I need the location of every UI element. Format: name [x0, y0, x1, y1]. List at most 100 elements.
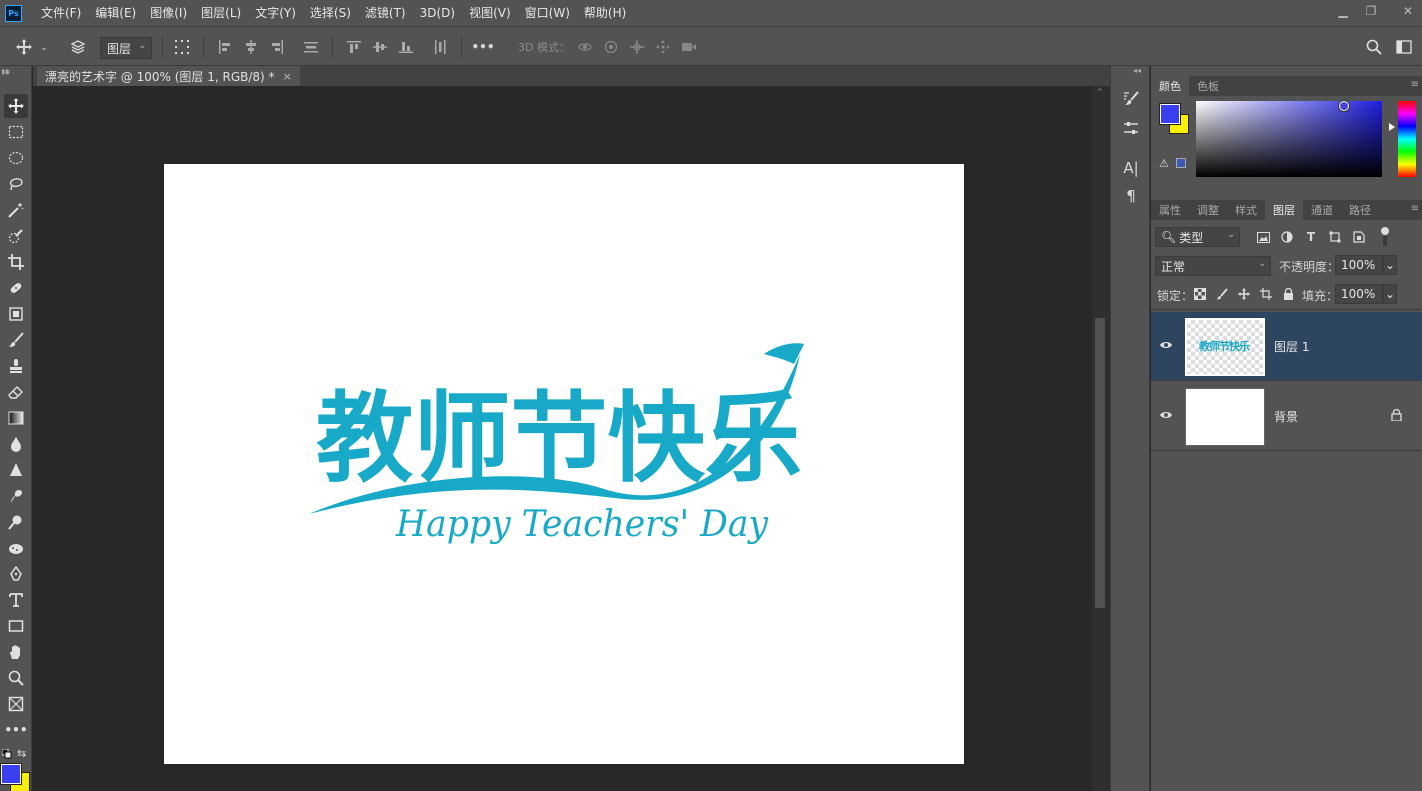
dodge-tool-icon[interactable] — [4, 510, 28, 534]
tab-adjustments[interactable]: 调整 — [1189, 200, 1227, 220]
layer-name[interactable]: 图层 1 — [1274, 338, 1309, 355]
panel-collapse-icon[interactable]: ▸▸ — [2, 68, 10, 77]
preset-chevron-icon[interactable]: ⌄ — [39, 27, 49, 67]
pen-tool-icon[interactable] — [4, 562, 28, 586]
auto-select-target-dropdown[interactable]: 图层 ⌄ — [100, 37, 152, 59]
menu-filter[interactable]: 滤镜(T) — [358, 0, 413, 26]
crop-tool-icon[interactable] — [4, 250, 28, 274]
tab-paths[interactable]: 路径 — [1341, 200, 1379, 220]
out-of-gamut-warning-icon[interactable]: ⚠ — [1159, 157, 1169, 170]
layer-thumbnail[interactable]: 教师节快乐 — [1185, 318, 1265, 376]
menu-3d[interactable]: 3D(D) — [413, 0, 462, 26]
layer-row-background[interactable]: 背景 — [1151, 382, 1422, 450]
brush-settings-icon[interactable] — [1119, 86, 1143, 110]
3d-orbit-icon[interactable] — [574, 27, 596, 67]
layer-visibility-eye-icon[interactable] — [1159, 339, 1173, 351]
sharpen-tool-icon[interactable] — [4, 458, 28, 482]
3d-scale-video-icon[interactable] — [678, 27, 700, 67]
tab-swatches[interactable]: 色板 — [1189, 76, 1227, 96]
tab-color[interactable]: 颜色 — [1151, 76, 1189, 96]
layer-thumbnail[interactable] — [1185, 388, 1265, 446]
shape-layer-filter-icon[interactable] — [1327, 229, 1343, 245]
scrollbar-thumb[interactable] — [1095, 318, 1105, 608]
blur-tool-icon[interactable] — [4, 432, 28, 456]
align-bottom-icon[interactable] — [395, 27, 417, 67]
align-top-icon[interactable] — [343, 27, 365, 67]
menu-file[interactable]: 文件(F) — [34, 0, 88, 26]
swap-colors-icon[interactable]: ⇆ — [17, 747, 29, 760]
canvas-area[interactable]: 教师节快乐 Happy Teachers' Day — [33, 86, 1092, 791]
layer-row-layer-1[interactable]: 教师节快乐 图层 1 — [1151, 312, 1422, 380]
menu-view[interactable]: 视图(V) — [462, 0, 518, 26]
color-panel-foreground-swatch[interactable] — [1160, 104, 1180, 124]
color-picker-handle[interactable] — [1339, 101, 1349, 111]
document-tab[interactable]: 漂亮的艺术字 @ 100% (图层 1, RGB/8) * × — [37, 66, 300, 86]
panel-menu-icon[interactable]: ≡ — [1411, 203, 1419, 214]
document-canvas[interactable]: 教师节快乐 Happy Teachers' Day — [164, 164, 964, 764]
tab-channels[interactable]: 通道 — [1303, 200, 1341, 220]
brush-presets-icon[interactable] — [1119, 116, 1143, 140]
menu-help[interactable]: 帮助(H) — [577, 0, 633, 26]
default-colors-icon[interactable] — [1, 748, 12, 759]
lock-all-icon[interactable] — [1280, 286, 1296, 302]
paragraph-panel-icon[interactable]: ¶ — [1119, 184, 1143, 208]
dock-collapse-icon[interactable]: ◂◂ — [1133, 66, 1141, 75]
sponge-tool-icon[interactable] — [4, 536, 28, 560]
menu-select[interactable]: 选择(S) — [303, 0, 358, 26]
healing-brush-tool-icon[interactable] — [4, 276, 28, 300]
align-horizontal-center-icon[interactable] — [240, 27, 262, 67]
layer-name[interactable]: 背景 — [1274, 408, 1298, 425]
adjustment-layer-filter-icon[interactable] — [1279, 229, 1295, 245]
vertical-scrollbar[interactable]: ⌃ — [1092, 86, 1110, 791]
3d-roll-icon[interactable] — [600, 27, 622, 67]
lasso-tool-icon[interactable] — [4, 172, 28, 196]
color-field[interactable] — [1196, 101, 1382, 177]
tab-properties[interactable]: 属性 — [1151, 200, 1189, 220]
elliptical-marquee-tool-icon[interactable] — [4, 146, 28, 170]
hue-slider-marker[interactable] — [1389, 123, 1395, 131]
menu-layer[interactable]: 图层(L) — [194, 0, 248, 26]
blend-mode-dropdown[interactable]: 正常 ⌄ — [1155, 256, 1271, 276]
tab-layers[interactable]: 图层 — [1265, 200, 1303, 220]
clone-stamp-tool-icon[interactable] — [4, 354, 28, 378]
auto-select-layers-icon[interactable] — [66, 27, 90, 67]
rectangle-tool-icon[interactable] — [4, 614, 28, 638]
gradient-tool-icon[interactable] — [4, 406, 28, 430]
show-transform-controls-icon[interactable] — [170, 27, 194, 67]
move-tool-preset-icon[interactable] — [12, 27, 36, 67]
menu-window[interactable]: 窗口(W) — [518, 0, 577, 26]
fill-chevron-icon[interactable]: ⌄ — [1383, 284, 1397, 304]
opacity-input[interactable]: 100% — [1335, 255, 1383, 275]
layer-visibility-eye-icon[interactable] — [1159, 409, 1173, 421]
rectangular-marquee-tool-icon[interactable] — [4, 120, 28, 144]
more-options-button[interactable]: ••• — [470, 27, 496, 67]
smudge-tool-icon[interactable] — [4, 484, 28, 508]
patch-tool-icon[interactable] — [4, 302, 28, 326]
3d-pan-icon[interactable] — [626, 27, 648, 67]
restore-button[interactable]: ❐ — [1359, 0, 1383, 22]
type-tool-icon[interactable] — [4, 588, 28, 612]
character-panel-icon[interactable]: A| — [1119, 156, 1143, 180]
close-window-button[interactable]: ✕ — [1396, 0, 1420, 22]
lock-transparent-pixels-icon[interactable] — [1192, 286, 1208, 302]
filter-toggle-switch[interactable] — [1380, 227, 1390, 247]
close-document-button[interactable]: × — [283, 70, 292, 83]
frame-tool-icon[interactable] — [4, 692, 28, 716]
pixel-layer-filter-icon[interactable] — [1255, 229, 1271, 245]
quick-selection-tool-icon[interactable] — [4, 224, 28, 248]
magic-wand-tool-icon[interactable] — [4, 198, 28, 222]
menu-image[interactable]: 图像(I) — [143, 0, 194, 26]
search-icon[interactable] — [1362, 27, 1386, 67]
distribute-vertical-icon[interactable] — [300, 27, 322, 67]
workspace-icon[interactable] — [1392, 27, 1416, 67]
opacity-chevron-icon[interactable]: ⌄ — [1383, 255, 1397, 275]
tab-styles[interactable]: 样式 — [1227, 200, 1265, 220]
lock-image-pixels-icon[interactable] — [1214, 286, 1230, 302]
lock-artboard-icon[interactable] — [1258, 286, 1274, 302]
menu-type[interactable]: 文字(Y) — [248, 0, 303, 26]
hand-tool-icon[interactable] — [4, 640, 28, 664]
smart-object-filter-icon[interactable] — [1351, 229, 1367, 245]
align-left-icon[interactable] — [214, 27, 236, 67]
hue-slider[interactable] — [1398, 101, 1416, 177]
move-tool-icon[interactable] — [4, 94, 28, 118]
